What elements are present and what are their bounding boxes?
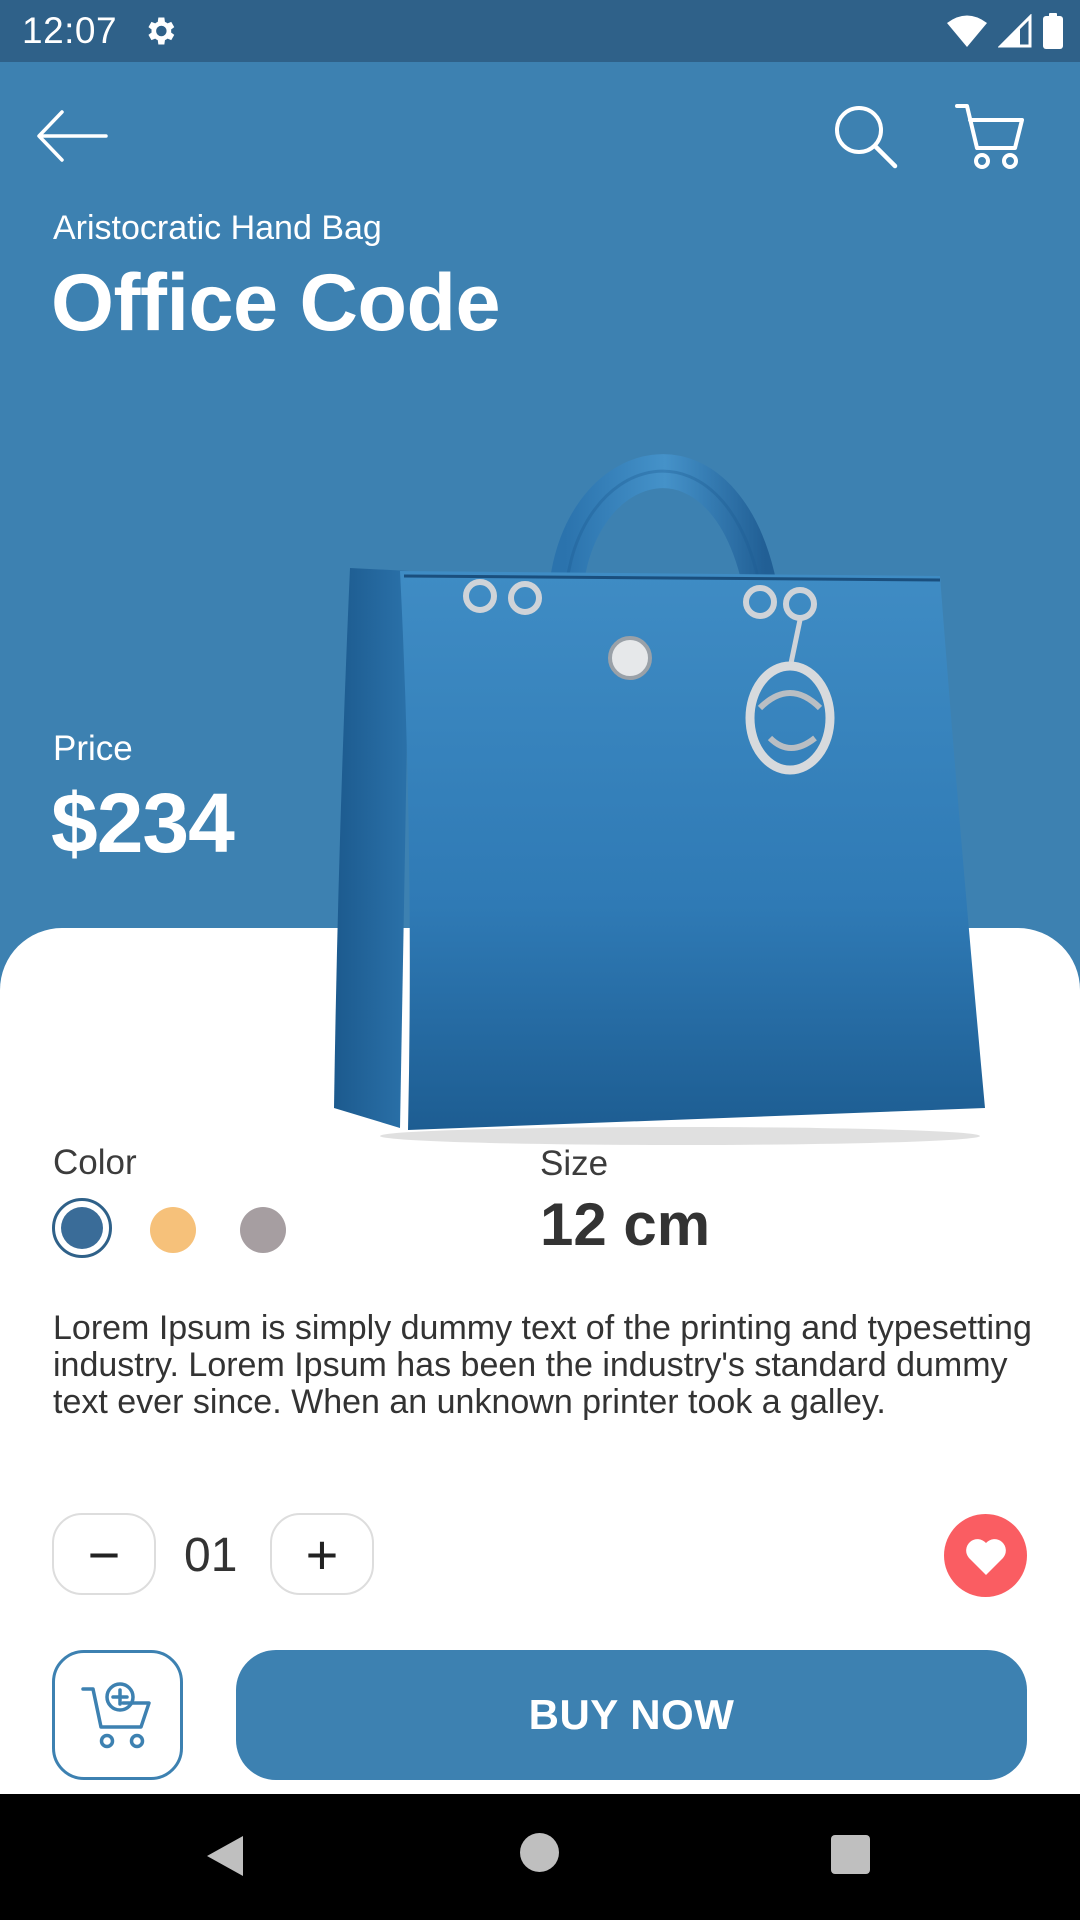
size-label: Size — [540, 1144, 609, 1183]
product-description: Lorem Ipsum is simply dummy text of the … — [53, 1309, 1032, 1421]
nav-home-icon[interactable] — [520, 1833, 559, 1872]
wifi-icon — [947, 15, 987, 47]
quantity-increment-button[interactable]: + — [270, 1513, 374, 1595]
status-time: 12:07 — [22, 10, 118, 51]
settings-gear-icon — [148, 17, 175, 45]
color-swatch-orange[interactable] — [150, 1207, 196, 1253]
product-subtitle: Aristocratic Hand Bag — [53, 209, 382, 247]
battery-icon — [1043, 13, 1063, 49]
arrow-left-icon[interactable] — [36, 108, 108, 164]
size-value: 12 cm — [540, 1191, 711, 1258]
product-title: Office Code — [51, 258, 501, 348]
color-swatch-blue[interactable] — [61, 1207, 103, 1249]
status-bar: 12:07 — [0, 0, 1080, 62]
price-value: $234 — [51, 776, 235, 870]
price-label: Price — [53, 729, 133, 768]
cart-plus-icon — [80, 1682, 151, 1749]
add-to-cart-button[interactable] — [52, 1650, 183, 1780]
cart-icon[interactable] — [955, 102, 1025, 170]
search-icon[interactable] — [832, 103, 898, 169]
quantity-decrement-button[interactable]: − — [52, 1513, 156, 1595]
product-detail-screen: 12:07 Aristocratic Hand Bag Office Code … — [0, 0, 1080, 1920]
color-swatch-grey[interactable] — [240, 1207, 286, 1253]
nav-recents-icon[interactable] — [831, 1835, 870, 1874]
buy-now-button[interactable]: BUY NOW — [236, 1650, 1027, 1780]
quantity-value: 01 — [184, 1529, 238, 1582]
status-icons — [946, 12, 1064, 50]
heart-icon — [965, 1538, 1006, 1575]
favorite-button[interactable] — [944, 1514, 1027, 1597]
system-navigation-bar — [0, 1794, 1080, 1920]
product-image-handbag — [334, 454, 985, 1145]
nav-back-icon[interactable] — [205, 1834, 245, 1878]
signal-icon — [998, 14, 1032, 48]
color-label: Color — [53, 1143, 137, 1182]
